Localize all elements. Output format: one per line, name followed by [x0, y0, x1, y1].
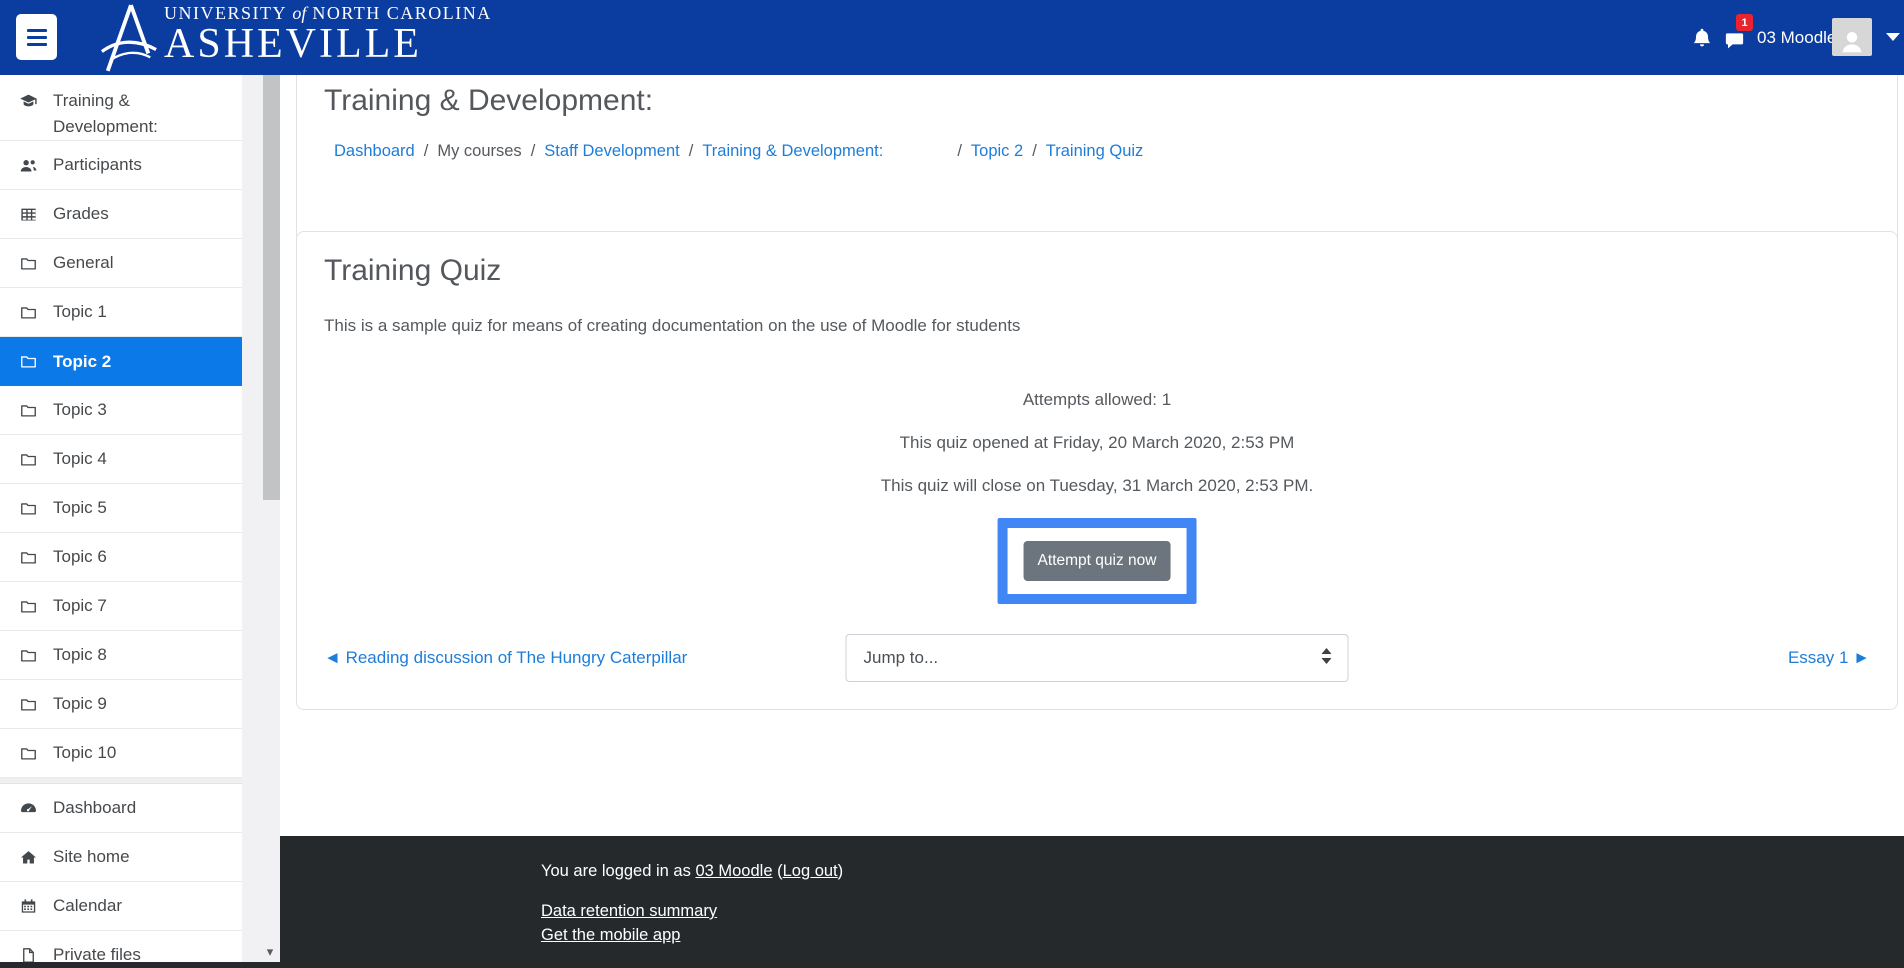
- sidebar-item-topic-2[interactable]: Topic 2: [0, 337, 242, 386]
- home-icon: [19, 848, 38, 867]
- attempt-quiz-now-button[interactable]: Attempt quiz now: [1024, 541, 1171, 581]
- breadcrumb-my-courses: My courses: [437, 142, 521, 160]
- notifications-bell-icon[interactable]: [1690, 25, 1714, 51]
- user-menu-caret-icon[interactable]: [1886, 33, 1900, 41]
- sidebar-item-topic-10[interactable]: Topic 10: [0, 729, 242, 778]
- breadcrumb-topic-2[interactable]: Topic 2: [971, 142, 1023, 160]
- file-icon: [19, 946, 38, 963]
- folder-icon: [19, 744, 38, 763]
- top-navbar: UNIVERSITY of NORTH CAROLINA ASHEVILLE 1…: [0, 0, 1904, 75]
- folder-icon: [19, 254, 38, 273]
- sidebar-item-topic-9[interactable]: Topic 9: [0, 680, 242, 729]
- sidebar-item-general[interactable]: General: [0, 239, 242, 288]
- messages-chat-icon[interactable]: [1722, 29, 1747, 52]
- scrollbar-down-arrow-icon[interactable]: ▾: [260, 944, 280, 960]
- folder-icon: [19, 695, 38, 714]
- sidebar-item-topic-3[interactable]: Topic 3: [0, 386, 242, 435]
- quiz-closes-text: This quiz will close on Tuesday, 31 Marc…: [297, 476, 1897, 496]
- hamburger-icon: [27, 29, 47, 32]
- next-activity-link[interactable]: Essay 1 ►: [1788, 648, 1870, 668]
- select-arrows-icon: [1322, 648, 1332, 664]
- logout-link[interactable]: Log out: [783, 862, 838, 880]
- right-arrow-icon: ►: [1853, 648, 1870, 667]
- hamburger-menu-button[interactable]: [16, 14, 57, 60]
- unca-a-mark-icon: [100, 3, 158, 73]
- footer-bottom-strip: [0, 962, 1904, 968]
- sidebar-item-site-home[interactable]: Site home: [0, 833, 242, 882]
- username-label[interactable]: 03 Moodle: [1757, 0, 1836, 75]
- message-count-badge: 1: [1736, 14, 1753, 31]
- folder-icon: [19, 548, 38, 567]
- sidebar-item-topic-8[interactable]: Topic 8: [0, 631, 242, 680]
- logged-in-status: You are logged in as 03 Moodle (Log out): [541, 862, 843, 881]
- mobile-app-link[interactable]: Get the mobile app: [541, 926, 680, 945]
- activity-navigation: ◄ Reading discussion of The Hungry Cater…: [324, 634, 1870, 682]
- page-footer: You are logged in as 03 Moodle (Log out)…: [280, 836, 1904, 968]
- data-retention-link[interactable]: Data retention summary: [541, 902, 717, 921]
- previous-activity-link[interactable]: ◄ Reading discussion of The Hungry Cater…: [324, 648, 687, 668]
- avatar[interactable]: [1832, 18, 1872, 56]
- quiz-card: Training Quiz This is a sample quiz for …: [296, 231, 1898, 710]
- users-icon: [19, 156, 38, 175]
- folder-icon: [19, 499, 38, 518]
- logo-university-line: UNIVERSITY of NORTH CAROLINA: [164, 3, 492, 23]
- sidebar-item-topic-4[interactable]: Topic 4: [0, 435, 242, 484]
- attempts-allowed-text: Attempts allowed: 1: [297, 390, 1897, 410]
- folder-icon: [19, 646, 38, 665]
- sidebar-item-participants[interactable]: Participants: [0, 141, 242, 190]
- jump-to-selected-value: Jump to...: [864, 648, 939, 668]
- sidebar-item-topic-6[interactable]: Topic 6: [0, 533, 242, 582]
- breadcrumb-staff-development[interactable]: Staff Development: [544, 142, 679, 160]
- quiz-info-block: Attempts allowed: 1 This quiz opened at …: [297, 390, 1897, 519]
- breadcrumb-training-development[interactable]: Training & Development:: [702, 142, 883, 160]
- footer-user-link[interactable]: 03 Moodle: [695, 862, 772, 880]
- calendar-icon: [19, 897, 38, 916]
- sidebar-item-topic-7[interactable]: Topic 7: [0, 582, 242, 631]
- folder-icon: [19, 450, 38, 469]
- person-icon: [1837, 26, 1867, 56]
- jump-to-select[interactable]: Jump to...: [846, 634, 1349, 682]
- logo-asheville-line: ASHEVILLE: [164, 26, 492, 64]
- attempt-button-highlight-ring: Attempt quiz now: [998, 518, 1197, 604]
- folder-icon: [19, 597, 38, 616]
- quiz-description: This is a sample quiz for means of creat…: [324, 316, 1020, 336]
- drawer-scrollbar-thumb[interactable]: [263, 75, 280, 500]
- breadcrumb-training-quiz[interactable]: Training Quiz: [1046, 142, 1144, 160]
- quiz-title: Training Quiz: [324, 254, 501, 288]
- table-icon: [19, 205, 38, 224]
- folder-icon: [19, 352, 38, 371]
- left-arrow-icon: ◄: [324, 648, 341, 667]
- main-content: Training & Development: Dashboard/My cou…: [280, 75, 1904, 968]
- drawer-scrollbar-track[interactable]: ▾: [242, 75, 280, 968]
- sidebar-item-dashboard[interactable]: Dashboard: [0, 784, 242, 833]
- sidebar-item-calendar[interactable]: Calendar: [0, 882, 242, 931]
- unca-logo[interactable]: UNIVERSITY of NORTH CAROLINA ASHEVILLE: [100, 3, 492, 73]
- page-title: Training & Development:: [324, 84, 653, 118]
- sidebar-item-private-files[interactable]: Private files: [0, 931, 242, 962]
- dashboard-gauge-icon: [19, 799, 38, 818]
- sidebar-item-training-development[interactable]: Training & Development:: [0, 75, 242, 141]
- breadcrumb: Dashboard/My courses/Staff Development/T…: [334, 142, 1143, 161]
- sidebar-item-grades[interactable]: Grades: [0, 190, 242, 239]
- graduation-cap-icon: [19, 91, 38, 110]
- breadcrumb-dashboard[interactable]: Dashboard: [334, 142, 415, 160]
- folder-icon: [19, 303, 38, 322]
- sidebar-item-topic-5[interactable]: Topic 5: [0, 484, 242, 533]
- quiz-opened-text: This quiz opened at Friday, 20 March 202…: [297, 433, 1897, 453]
- nav-drawer: Training & Development: Participants Gra…: [0, 75, 242, 962]
- sidebar-item-topic-1[interactable]: Topic 1: [0, 288, 242, 337]
- folder-icon: [19, 401, 38, 420]
